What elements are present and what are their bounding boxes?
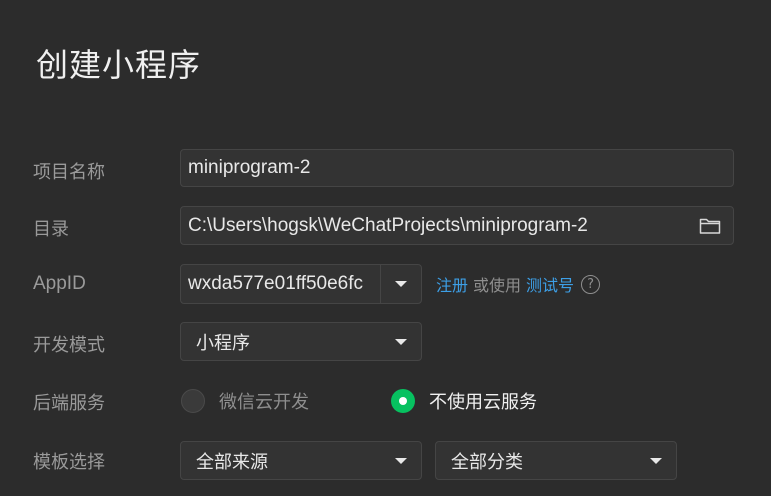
appid-links: 注册 或使用 测试号 ? xyxy=(436,272,601,296)
project-name-label: 项目名称 xyxy=(33,162,105,183)
chevron-down-icon xyxy=(650,457,662,464)
template-category-value: 全部分类 xyxy=(451,451,523,473)
test-account-link[interactable]: 测试号 xyxy=(526,272,574,296)
template-category-select[interactable]: 全部分类 xyxy=(435,441,677,480)
project-name-value: miniprogram-2 xyxy=(188,157,311,178)
dev-mode-select[interactable]: 小程序 xyxy=(180,322,422,361)
radio-no-cloud[interactable]: 不使用云服务 xyxy=(391,388,537,414)
chevron-down-icon xyxy=(395,281,407,287)
appid-value: wxda577e01ff50e6fc xyxy=(188,273,364,294)
folder-icon[interactable] xyxy=(698,214,722,238)
dev-mode-value: 小程序 xyxy=(196,332,250,354)
directory-label: 目录 xyxy=(33,219,69,240)
project-name-input[interactable]: miniprogram-2 xyxy=(180,149,734,187)
radio-selected[interactable] xyxy=(391,389,415,413)
radio-cloud-dev-label: 微信云开发 xyxy=(219,392,309,413)
or-use-text: 或使用 xyxy=(473,276,522,295)
help-icon[interactable]: ? xyxy=(581,274,601,294)
dialog-title: 创建小程序 xyxy=(36,46,202,84)
radio-cloud-dev[interactable]: 微信云开发 xyxy=(181,388,309,414)
dev-mode-label: 开发模式 xyxy=(33,335,105,356)
radio-dot xyxy=(399,397,407,405)
radio-unselected[interactable] xyxy=(181,389,205,413)
directory-value: C:\Users\hogsk\WeChatProjects\miniprogra… xyxy=(188,214,588,236)
appid-dropdown-button[interactable] xyxy=(381,265,421,303)
template-source-value: 全部来源 xyxy=(196,451,268,473)
directory-input[interactable]: C:\Users\hogsk\WeChatProjects\miniprogra… xyxy=(180,206,734,245)
chevron-down-icon xyxy=(395,338,407,345)
template-source-select[interactable]: 全部来源 xyxy=(180,441,422,480)
chevron-down-icon xyxy=(395,457,407,464)
backend-label: 后端服务 xyxy=(33,393,105,414)
appid-label: AppID xyxy=(33,273,86,294)
template-label: 模板选择 xyxy=(33,452,105,473)
register-link[interactable]: 注册 xyxy=(436,272,468,296)
appid-select[interactable]: wxda577e01ff50e6fc xyxy=(180,264,422,304)
radio-no-cloud-label: 不使用云服务 xyxy=(429,392,537,413)
